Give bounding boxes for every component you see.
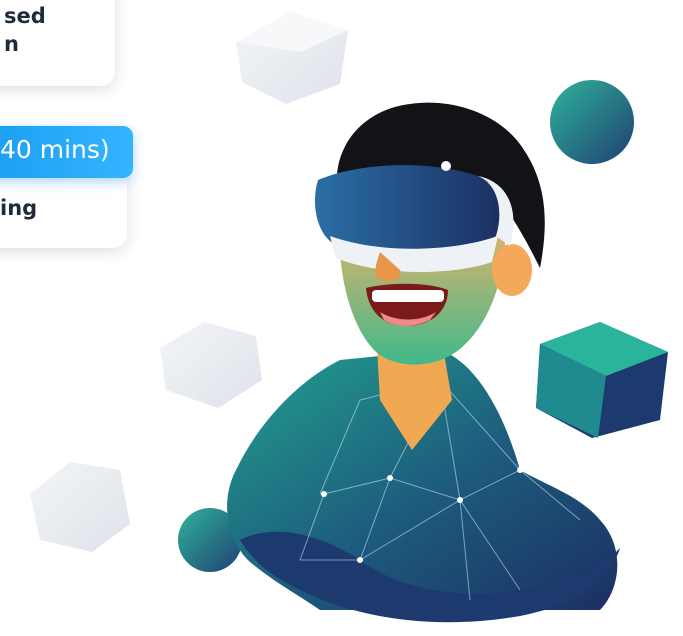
cube-pale-top — [236, 12, 348, 104]
cube-pale-bottom — [30, 462, 130, 552]
vr-headset-icon — [314, 161, 514, 273]
cube-pale-middle — [160, 322, 262, 408]
ear — [492, 244, 532, 296]
vr-person-illustration — [30, 12, 668, 623]
teal-sphere-top — [550, 80, 634, 164]
cube-teal — [536, 322, 668, 438]
